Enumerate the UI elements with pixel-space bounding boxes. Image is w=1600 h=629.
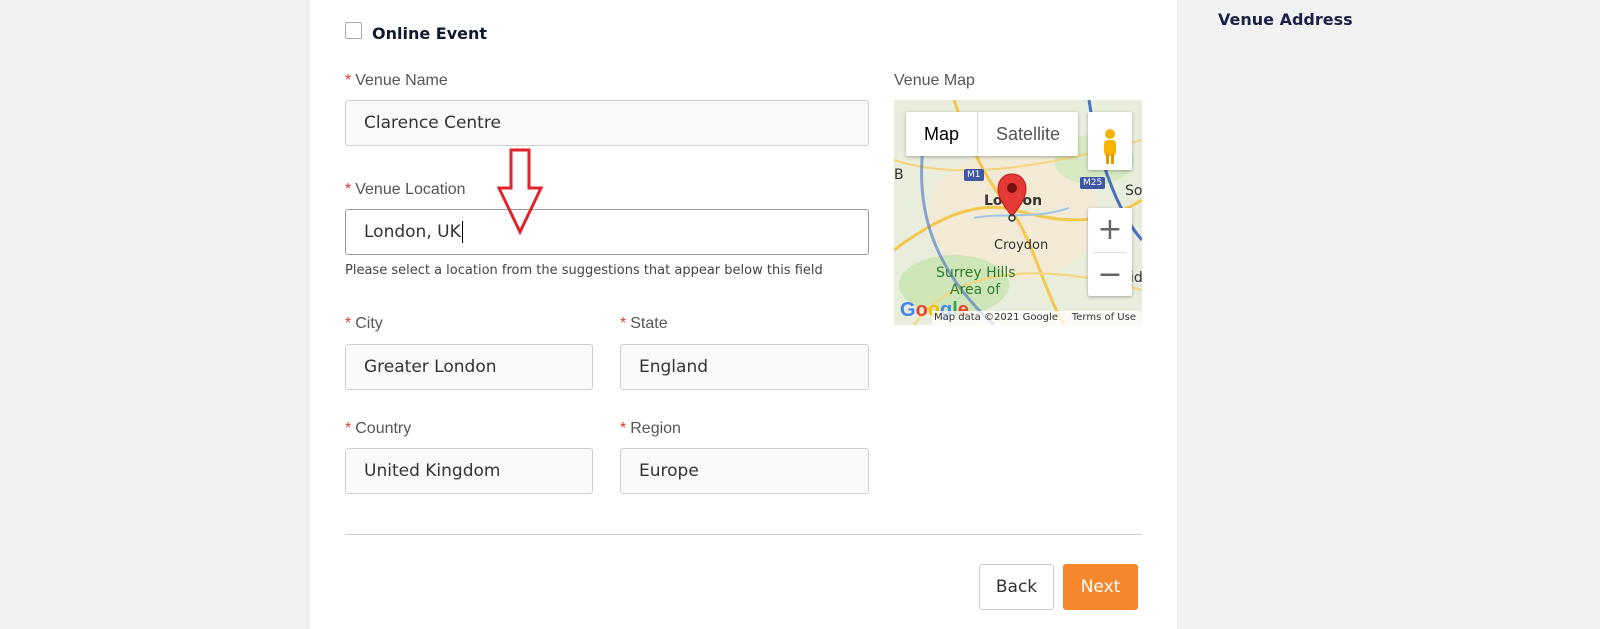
venue-map-label: Venue Map: [894, 72, 975, 89]
required-mark: *: [345, 420, 352, 437]
city-input[interactable]: Greater London: [345, 344, 593, 390]
required-mark: *: [620, 420, 627, 437]
venue-location-input[interactable]: London, UK: [345, 209, 869, 255]
map-tab-map[interactable]: Map: [906, 112, 979, 156]
venue-name-label-text: Venue Name: [355, 72, 448, 89]
city-label-text: City: [355, 315, 383, 332]
map-pin-icon: [997, 173, 1027, 222]
annotation-arrow-icon: [497, 148, 544, 236]
state-label: * State: [620, 315, 668, 333]
venue-location-label-text: Venue Location: [355, 181, 466, 198]
map-place-croydon: Croydon: [994, 238, 1049, 253]
map-place-area: Area of: [950, 282, 1001, 298]
city-label: * City: [345, 315, 383, 333]
required-mark: *: [345, 181, 352, 198]
venue-address-heading: Venue Address: [1218, 10, 1353, 29]
map-type-control: Map Satellite: [906, 112, 1079, 156]
map-tab-satellite[interactable]: Satellite: [978, 112, 1078, 156]
region-label-text: Region: [630, 420, 681, 437]
online-event-checkbox[interactable]: [345, 22, 362, 39]
required-mark: *: [620, 315, 627, 332]
required-mark: *: [345, 72, 352, 89]
country-input[interactable]: United Kingdom: [345, 448, 593, 494]
back-button[interactable]: Back: [979, 564, 1054, 610]
online-event-row[interactable]: Online Event: [345, 22, 488, 43]
map-place-b: B: [894, 167, 904, 183]
region-label: * Region: [620, 420, 681, 438]
venue-location-value: London, UK: [364, 222, 461, 242]
venue-map[interactable]: London Croydon Surrey Hills Area of So B…: [894, 100, 1142, 325]
venue-name-input[interactable]: Clarence Centre: [345, 100, 869, 146]
map-terms-link[interactable]: Terms of Use: [1072, 311, 1136, 325]
road-m25-badge: M25: [1080, 177, 1106, 189]
venue-name-label: * Venue Name: [345, 72, 448, 90]
next-button[interactable]: Next: [1063, 564, 1138, 610]
region-input[interactable]: Europe: [620, 448, 869, 494]
country-label-text: Country: [355, 420, 412, 437]
online-event-label: Online Event: [372, 24, 488, 43]
state-input[interactable]: England: [620, 344, 869, 390]
venue-location-helper: Please select a location from the sugges…: [345, 263, 823, 278]
map-place-so: So: [1125, 183, 1142, 199]
map-attribution: Map data ©2021 Google: [934, 312, 1058, 323]
map-attribution-bar: Map data ©2021 Google Terms of Use: [932, 311, 1142, 325]
country-label: * Country: [345, 420, 411, 438]
required-mark: *: [345, 315, 352, 332]
state-label-text: State: [630, 315, 668, 332]
zoom-in-button[interactable]: +: [1088, 208, 1132, 252]
street-view-pegman-icon[interactable]: [1088, 112, 1132, 170]
venue-location-label: * Venue Location: [345, 181, 466, 199]
road-m1-badge: M1: [964, 169, 984, 181]
form-divider: [345, 534, 1142, 535]
text-caret: [461, 221, 463, 243]
zoom-out-button[interactable]: −: [1088, 253, 1132, 297]
map-place-surrey: Surrey Hills: [936, 265, 1016, 281]
zoom-control: + −: [1088, 208, 1132, 296]
